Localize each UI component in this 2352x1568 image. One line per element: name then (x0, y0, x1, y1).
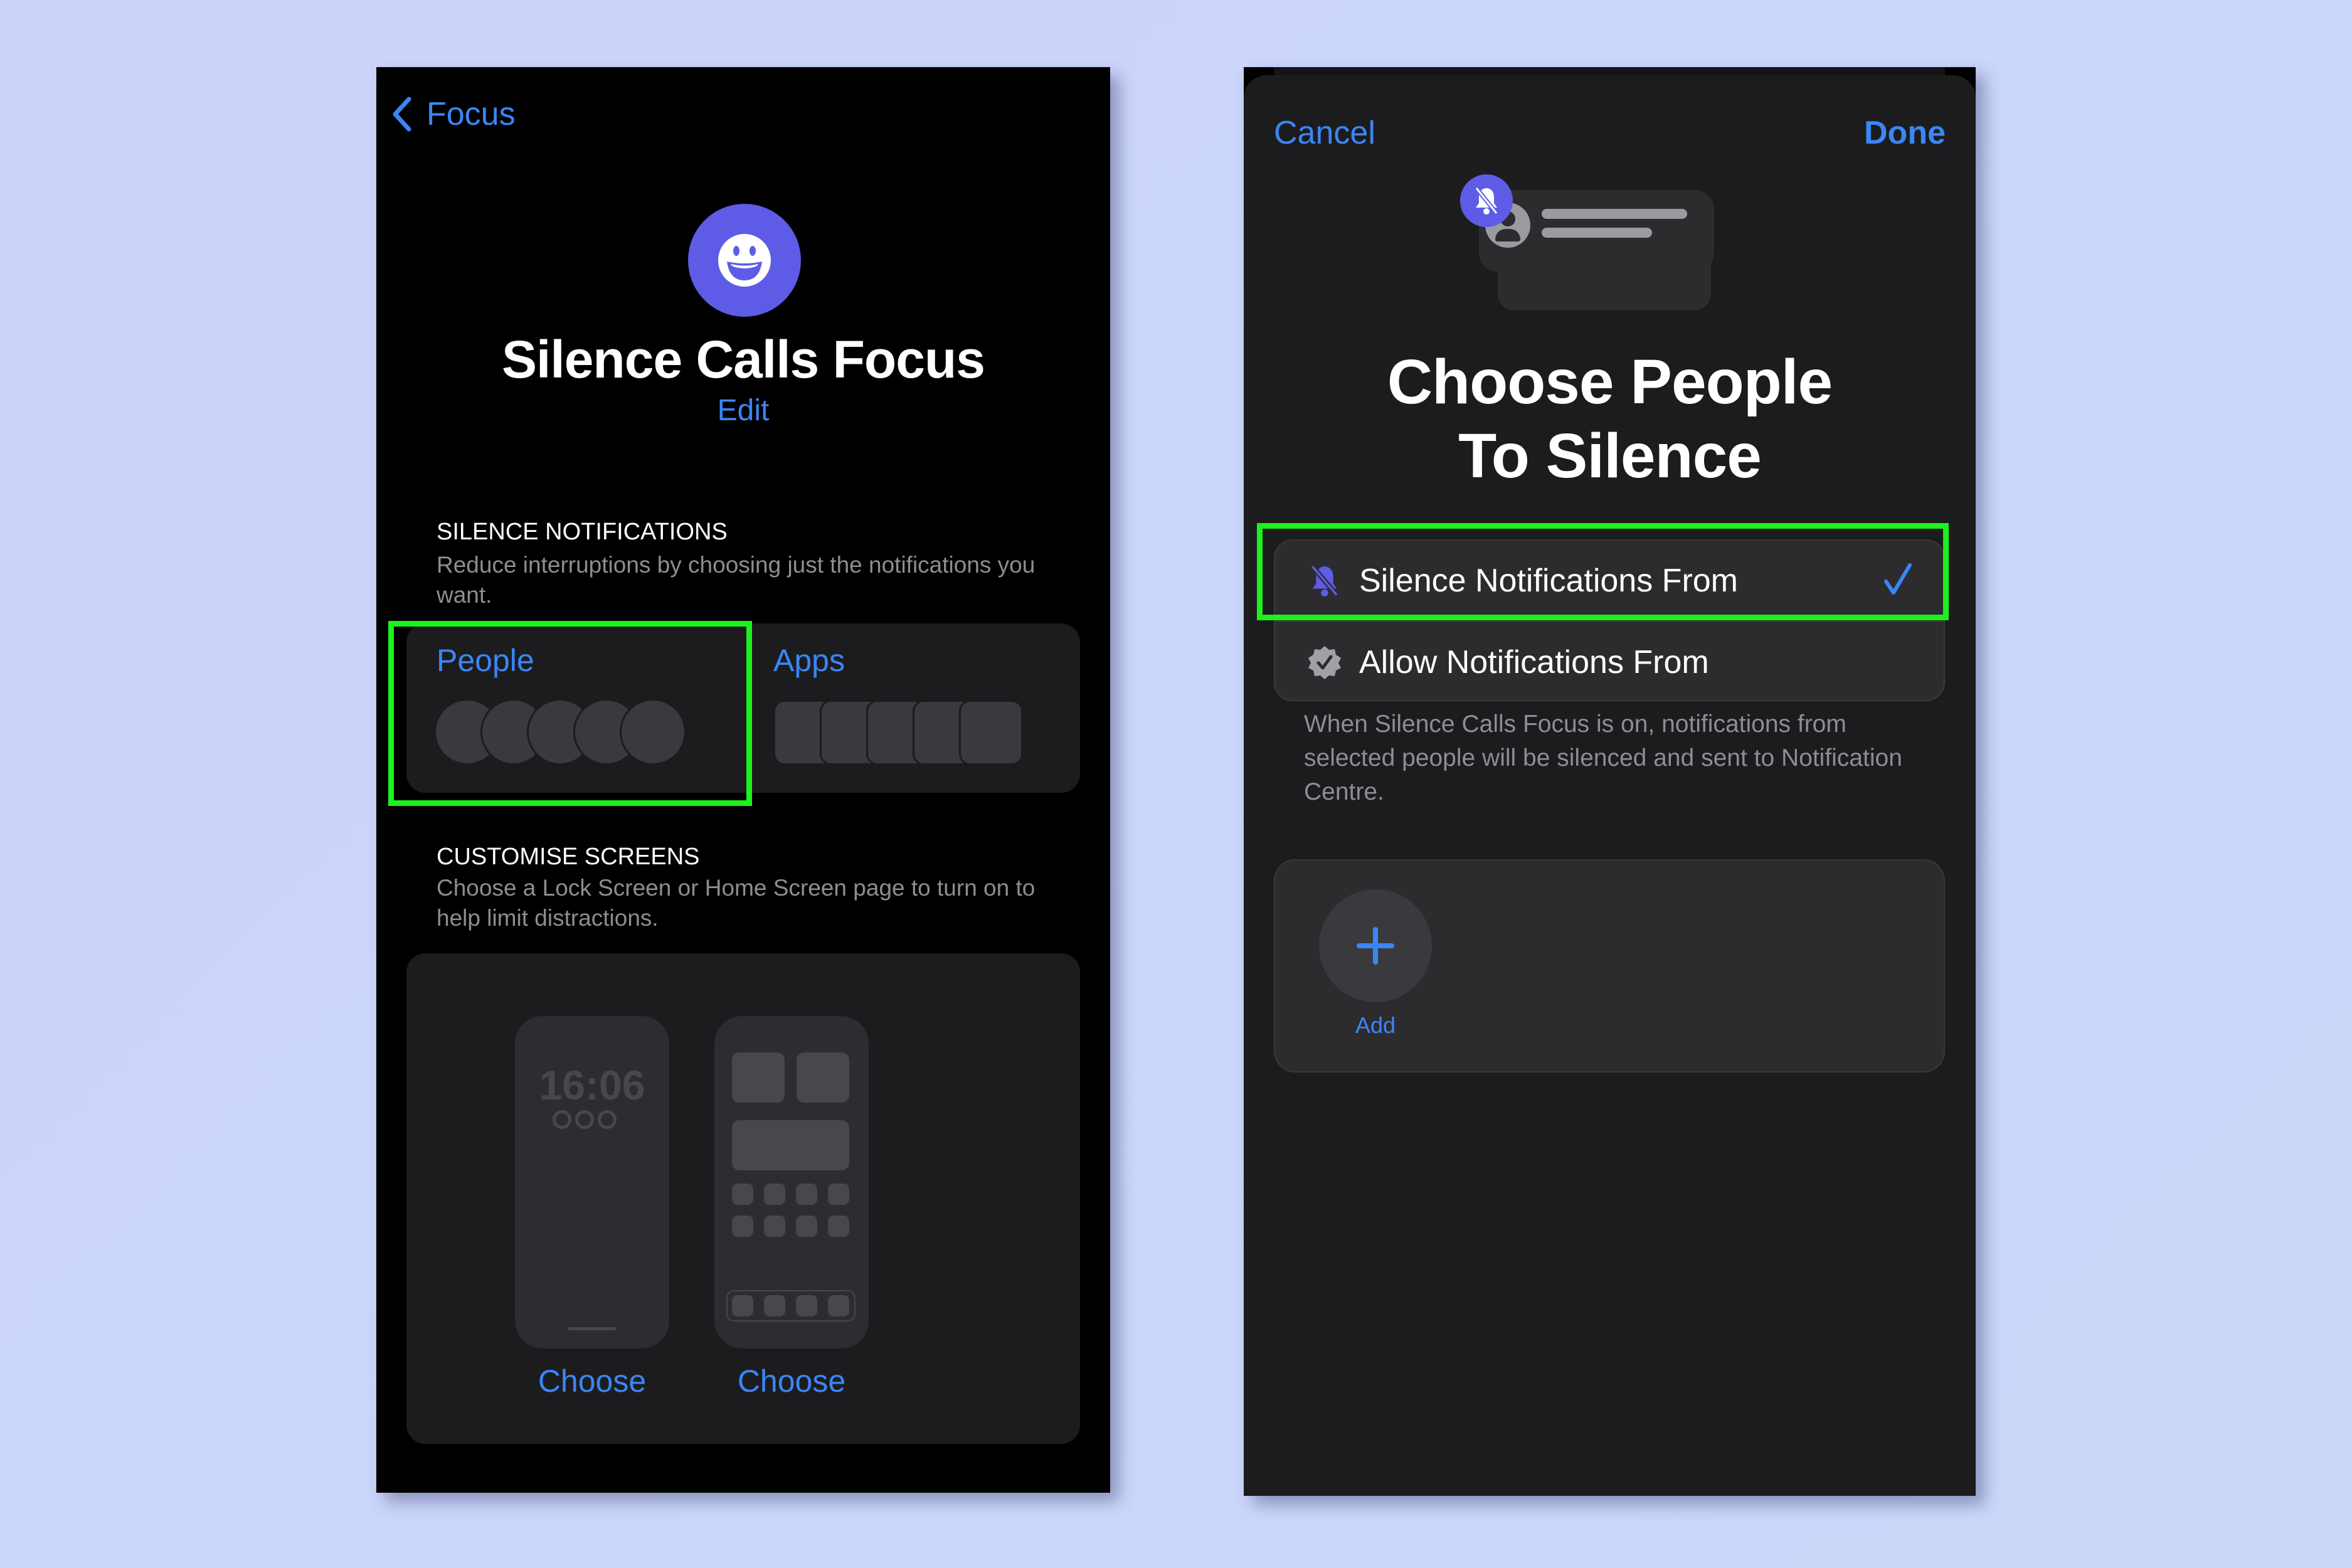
focus-title: Silence Calls Focus (502, 330, 985, 389)
add-person-button[interactable] (1319, 889, 1432, 1002)
plus-icon (1357, 927, 1394, 965)
people-list-card: Add (1274, 859, 1945, 1073)
home-screen-preview[interactable] (714, 1016, 869, 1348)
option-label: Allow Notifications From (1359, 644, 1709, 681)
focus-settings-screen: Focus Silence Calls Focus Edit SILENCE N… (376, 67, 1110, 1493)
edit-button[interactable]: Edit (376, 393, 1110, 428)
option-allow-notifications-from[interactable]: Allow Notifications From (1275, 622, 1944, 702)
choose-home-screen-button[interactable]: Choose (697, 1363, 886, 1399)
back-label: Focus (426, 96, 516, 132)
add-label[interactable]: Add (1319, 1012, 1432, 1039)
notification-card-front (1479, 190, 1714, 272)
chevron-left-icon (393, 97, 411, 132)
widget-placeholder (732, 1120, 849, 1170)
app-icons (773, 700, 1037, 769)
smiley-face-icon (688, 204, 801, 317)
sheet-title: Choose People To Silence (1244, 345, 1976, 493)
silence-explanation-text: When Silence Calls Focus is on, notifica… (1304, 711, 1902, 805)
widget-circles (553, 1110, 617, 1129)
done-button[interactable]: Done (1864, 114, 1946, 152)
bell-slash-icon (1460, 174, 1513, 227)
modal-sheet: Cancel Done Choose People To Silence Sil… (1244, 75, 1976, 1496)
back-button[interactable]: Focus (390, 95, 516, 133)
checkmark-seal-icon (1306, 644, 1343, 681)
widget-placeholder (732, 1052, 785, 1103)
customise-screens-description: Choose a Lock Screen or Home Screen page… (437, 875, 1036, 931)
silence-notifications-heading: SILENCE NOTIFICATIONS (437, 519, 728, 545)
apps-tile[interactable]: Apps (743, 623, 1080, 793)
customise-screens-card: 16:06 Choose Choose (406, 953, 1080, 1444)
silence-illustration (1460, 166, 1761, 310)
lock-screen-preview[interactable]: 16:06 (515, 1016, 669, 1348)
apps-label: Apps (773, 643, 845, 678)
widget-placeholder (797, 1052, 849, 1103)
people-highlight-box (388, 621, 752, 806)
cancel-button[interactable]: Cancel (1274, 114, 1375, 152)
home-indicator (568, 1327, 616, 1330)
sheet-title-line1: Choose People (1387, 347, 1833, 417)
app-placeholder (959, 700, 1023, 765)
silence-notifications-description: Reduce interruptions by choosing just th… (437, 552, 1036, 608)
choose-lock-screen-button[interactable]: Choose (498, 1363, 686, 1399)
customise-screens-heading: CUSTOMISE SCREENS (437, 844, 700, 870)
silence-option-highlight-box (1257, 523, 1949, 620)
choose-people-sheet-screen: Cancel Done Choose People To Silence Sil… (1244, 67, 1976, 1496)
sheet-title-line2: To Silence (1458, 421, 1762, 491)
lock-screen-time: 16:06 (539, 1062, 645, 1108)
